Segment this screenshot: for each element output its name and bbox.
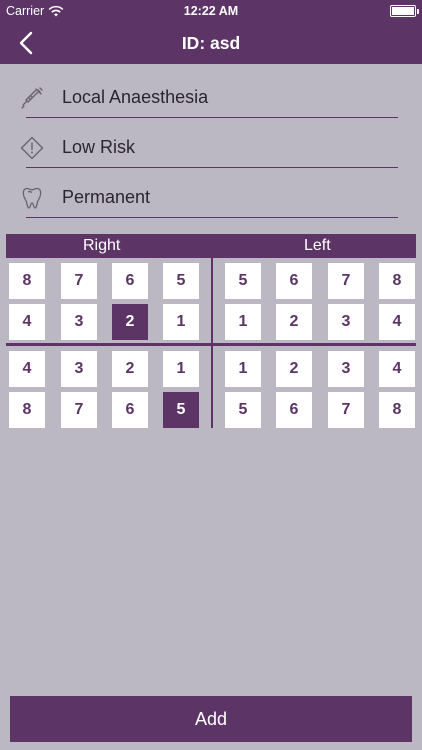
tooth-upper-right-7[interactable]: 7	[61, 263, 97, 299]
tooth-lower-left-5[interactable]: 5	[225, 392, 261, 428]
anaesthesia-row[interactable]: Local Anaesthesia	[0, 68, 422, 118]
risk-label: Low Risk	[62, 137, 136, 157]
risk-row[interactable]: Low Risk	[0, 118, 422, 168]
tooth-upper-right-3[interactable]: 3	[61, 304, 97, 340]
right-label: Right	[83, 237, 121, 254]
tooth-upper-right-2[interactable]: 2	[112, 304, 148, 340]
tooth-lower-left-4[interactable]: 4	[379, 351, 415, 387]
battery-icon	[390, 5, 419, 17]
warning-diamond-icon	[20, 136, 44, 160]
dentition-label: Permanent	[62, 187, 151, 207]
status-time: 12:22 AM	[183, 4, 239, 18]
tooth-upper-left-5[interactable]: 5	[225, 263, 261, 299]
tooth-upper-left-4[interactable]: 4	[379, 304, 415, 340]
tooth-upper-left-2[interactable]: 2	[276, 304, 312, 340]
tooth-lower-left-2[interactable]: 2	[276, 351, 312, 387]
tooth-lower-right-4[interactable]: 4	[9, 351, 45, 387]
tooth-lower-left-8[interactable]: 8	[379, 392, 415, 428]
tooth-icon	[22, 187, 42, 209]
nav-bar: Carrier 12:22 AM ID: asd	[0, 0, 422, 64]
tooth-upper-left-3[interactable]: 3	[328, 304, 364, 340]
tooth-upper-right-4[interactable]: 4	[9, 304, 45, 340]
tooth-lower-right-3[interactable]: 3	[61, 351, 97, 387]
tooth-upper-left-1[interactable]: 1	[225, 304, 261, 340]
tooth-lower-right-8[interactable]: 8	[9, 392, 45, 428]
tooth-lower-left-3[interactable]: 3	[328, 351, 364, 387]
tooth-upper-right-6[interactable]: 6	[112, 263, 148, 299]
quadrant-header: Right Left	[6, 234, 416, 258]
dentition-row[interactable]: Permanent	[0, 168, 422, 218]
tooth-upper-left-7[interactable]: 7	[328, 263, 364, 299]
tooth-lower-right-2[interactable]: 2	[112, 351, 148, 387]
tooth-lower-right-7[interactable]: 7	[61, 392, 97, 428]
tooth-lower-right-6[interactable]: 6	[112, 392, 148, 428]
anaesthesia-label: Local Anaesthesia	[62, 87, 209, 107]
status-bar: Carrier 12:22 AM	[0, 0, 422, 22]
quadrant-divider-horizontal	[6, 343, 416, 346]
tooth-upper-right-5[interactable]: 5	[163, 263, 199, 299]
syringe-icon	[21, 87, 43, 109]
tooth-lower-right-5[interactable]: 5	[163, 392, 199, 428]
add-button[interactable]: Add	[10, 696, 412, 742]
tooth-upper-left-6[interactable]: 6	[276, 263, 312, 299]
tooth-upper-right-1[interactable]: 1	[163, 304, 199, 340]
tooth-upper-right-8[interactable]: 8	[9, 263, 45, 299]
tooth-lower-left-1[interactable]: 1	[225, 351, 261, 387]
divider	[26, 217, 398, 218]
tooth-lower-left-6[interactable]: 6	[276, 392, 312, 428]
tooth-upper-left-8[interactable]: 8	[379, 263, 415, 299]
page-title: ID: asd	[181, 33, 241, 53]
tooth-lower-right-1[interactable]: 1	[163, 351, 199, 387]
tooth-lower-left-7[interactable]: 7	[328, 392, 364, 428]
left-label: Left	[304, 237, 331, 254]
